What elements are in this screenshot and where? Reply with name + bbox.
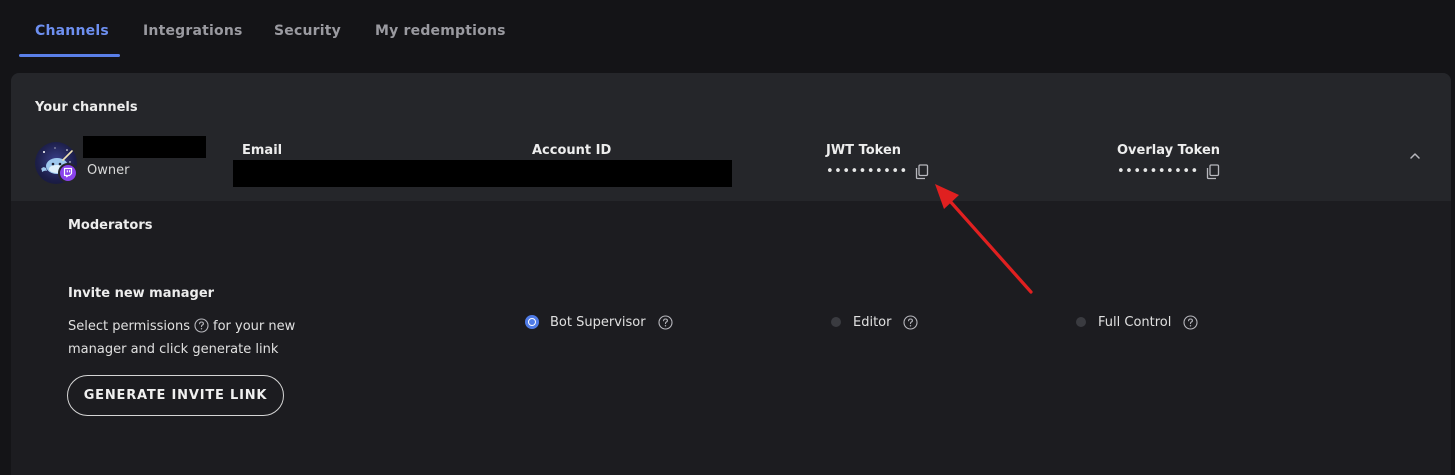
- channel-name-redacted: [83, 136, 206, 158]
- radio-bot-supervisor[interactable]: [525, 315, 539, 329]
- overlay-token-value: ••••••••••: [1117, 164, 1199, 179]
- help-circle-icon: [194, 318, 209, 333]
- channel-role: Owner: [87, 163, 130, 178]
- copy-icon: [915, 164, 929, 180]
- tab-security[interactable]: Security: [274, 23, 341, 39]
- jwt-token-copy-button[interactable]: [915, 164, 929, 180]
- help-circle-icon[interactable]: [903, 314, 919, 330]
- twitch-icon: [63, 167, 73, 178]
- collapse-channel-button[interactable]: [1408, 148, 1422, 162]
- copy-icon: [1206, 164, 1220, 180]
- permissions-help-button[interactable]: [194, 318, 209, 333]
- tab-my-redemptions[interactable]: My redemptions: [375, 23, 506, 39]
- twitch-badge: [58, 163, 78, 183]
- moderators-title: Moderators: [68, 218, 153, 233]
- permission-option-editor[interactable]: Editor: [829, 312, 919, 332]
- jwt-token-label: JWT Token: [826, 143, 902, 158]
- account-id-label: Account ID: [532, 143, 612, 158]
- email-label: Email: [242, 143, 283, 158]
- permission-option-bot-supervisor[interactable]: Bot Supervisor: [525, 312, 673, 332]
- overlay-token-label: Overlay Token: [1117, 143, 1221, 158]
- invite-description-part1: Select permissions: [68, 319, 191, 334]
- invite-manager-title: Invite new manager: [68, 286, 215, 301]
- help-circle-icon[interactable]: [1183, 314, 1198, 330]
- generate-invite-link-button[interactable]: GENERATE INVITE LINK: [67, 375, 284, 416]
- permission-option-full-control[interactable]: Full Control: [1074, 312, 1198, 332]
- radio-editor[interactable]: [831, 317, 841, 327]
- radio-label-full-control: Full Control: [1098, 314, 1172, 330]
- radio-full-control[interactable]: [1076, 317, 1086, 327]
- jwt-token-value: ••••••••••: [826, 164, 908, 179]
- overlay-token-copy-button[interactable]: [1206, 164, 1220, 180]
- chevron-up-icon: [1410, 153, 1420, 159]
- email-account-id-redacted: [233, 160, 732, 187]
- radio-label-bot-supervisor: Bot Supervisor: [550, 314, 646, 330]
- radio-label-editor: Editor: [853, 314, 892, 330]
- tab-integrations[interactable]: Integrations: [143, 23, 243, 39]
- tab-bar: Channels Integrations Security My redemp…: [0, 0, 1455, 60]
- invite-description: Select permissions for your new manager a…: [68, 315, 328, 361]
- tab-channels[interactable]: Channels: [35, 23, 109, 39]
- help-circle-icon[interactable]: [658, 314, 673, 330]
- your-channels-title: Your channels: [35, 100, 138, 115]
- active-tab-indicator: [19, 54, 120, 57]
